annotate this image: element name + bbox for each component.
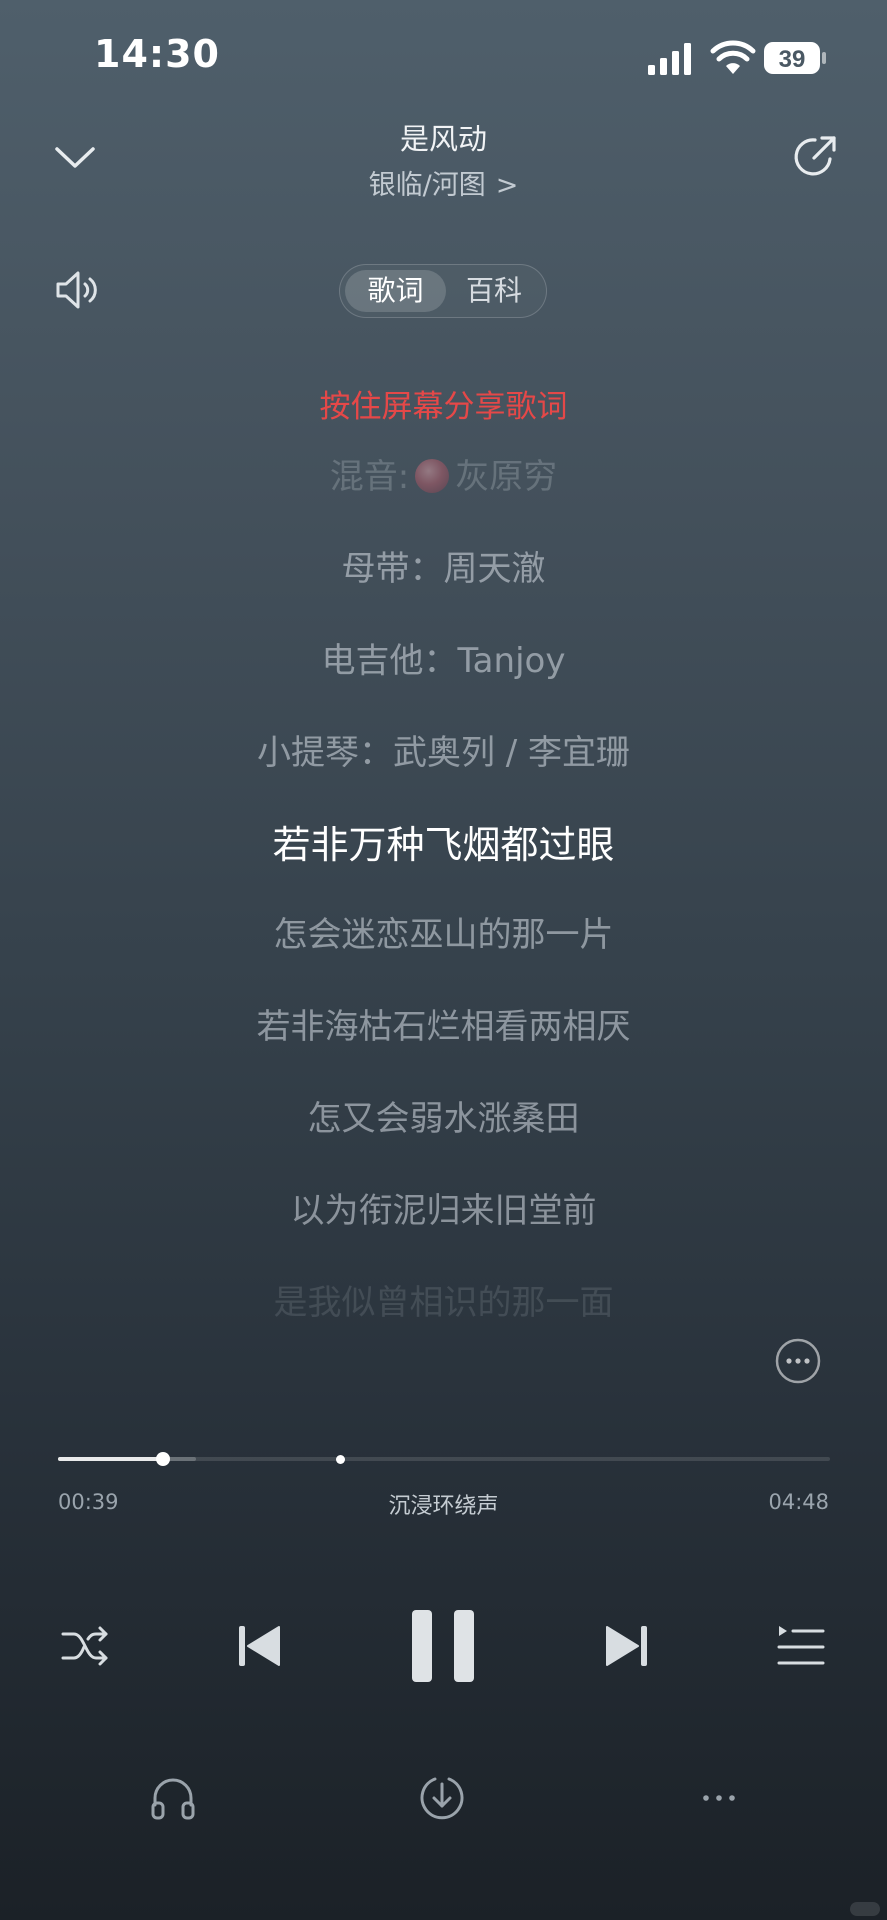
- lyric-line[interactable]: 怎会迷恋巫山的那一片: [0, 907, 887, 956]
- more-dots-icon[interactable]: [694, 1773, 744, 1823]
- avatar: [415, 459, 450, 493]
- progress-knob[interactable]: [156, 1452, 170, 1466]
- artist-link[interactable]: 银临/河图 >: [0, 163, 887, 202]
- lyric-line[interactable]: 是我似曾相识的那一面: [0, 1275, 887, 1324]
- wifi-icon: [710, 40, 756, 74]
- signal-icon: [648, 43, 691, 75]
- headphone-icon[interactable]: [148, 1773, 198, 1823]
- mix-label: 混音:: [329, 457, 410, 497]
- shuffle-icon[interactable]: [60, 1618, 110, 1674]
- lyric-line-active[interactable]: 若非万种飞烟都过眼: [0, 814, 887, 869]
- lyric-line[interactable]: 电吉他：Tanjoy: [0, 633, 887, 682]
- tab-wiki[interactable]: 百科: [446, 270, 542, 312]
- lyric-line-mix[interactable]: 混音: 灰原穷: [0, 449, 887, 498]
- battery-level: 39: [779, 46, 806, 73]
- previous-icon[interactable]: [236, 1618, 282, 1674]
- chevron-right-icon: >: [495, 170, 519, 201]
- lyric-line[interactable]: 怎又会弱水涨桑田: [0, 1091, 887, 1140]
- share-lyrics-hint: 按住屏幕分享歌词: [319, 389, 568, 425]
- artist-name: 银临/河图: [368, 170, 486, 201]
- lyrics-wiki-switch: 歌词 百科: [339, 264, 547, 318]
- pause-icon[interactable]: [410, 1608, 476, 1684]
- next-icon[interactable]: [604, 1618, 650, 1674]
- download-icon[interactable]: [417, 1773, 467, 1823]
- lyric-line[interactable]: 若非海枯石烂相看两相厌: [0, 999, 887, 1048]
- share-icon[interactable]: [790, 132, 840, 182]
- watermark: [850, 1902, 880, 1916]
- speaker-icon[interactable]: [54, 266, 102, 314]
- chorus-marker[interactable]: [336, 1455, 345, 1464]
- sound-effect-button[interactable]: 沉浸环绕声: [0, 1488, 887, 1520]
- progress-played: [58, 1457, 162, 1461]
- status-time: 14:30: [94, 32, 220, 76]
- lyric-line[interactable]: 以为衔泥归来旧堂前: [0, 1183, 887, 1232]
- total-time: 04:48: [768, 1490, 829, 1514]
- tab-lyrics[interactable]: 歌词: [345, 270, 446, 312]
- song-title: 是风动: [399, 122, 487, 156]
- more-circle-icon[interactable]: [774, 1337, 822, 1385]
- lyric-line[interactable]: 小提琴：武奥列 / 李宜珊: [0, 725, 887, 774]
- lyric-line[interactable]: 母带：周天澈: [0, 541, 887, 590]
- battery-icon: 39: [764, 42, 826, 74]
- mix-name: 灰原穷: [455, 457, 558, 497]
- playlist-icon[interactable]: [776, 1618, 826, 1674]
